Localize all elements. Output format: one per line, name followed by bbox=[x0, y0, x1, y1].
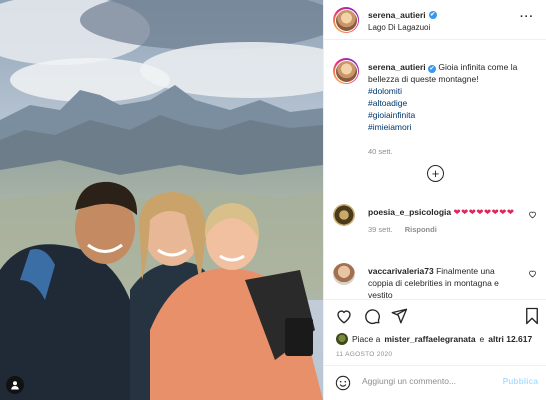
hashtag-link[interactable]: #altoadige bbox=[368, 97, 540, 109]
post-actions: Piace a mister_raffaelegranata e altri 1… bbox=[324, 299, 546, 365]
add-comment-bar: Pubblica bbox=[324, 365, 546, 400]
caption-username[interactable]: serena_autieri bbox=[368, 62, 426, 72]
more-icon[interactable]: ··· bbox=[520, 12, 534, 23]
bookmark-icon[interactable] bbox=[524, 307, 540, 325]
comments-list[interactable]: serena_autieri ✔ Gioia infinita come la … bbox=[324, 41, 546, 299]
author-avatar[interactable] bbox=[333, 7, 359, 33]
post-date[interactable]: 11 AGOSTO 2020 bbox=[336, 351, 392, 358]
verified-icon: ✔ bbox=[428, 65, 437, 73]
hashtag-link[interactable]: #imieiamori bbox=[368, 121, 540, 133]
comment-timestamp[interactable]: 39 sett. bbox=[368, 225, 393, 234]
post-location[interactable]: Lago Di Lagazuoi bbox=[368, 23, 430, 32]
caption-avatar[interactable] bbox=[333, 58, 359, 84]
comment-avatar[interactable] bbox=[333, 263, 355, 285]
likes-summary: Piace a mister_raffaelegranata e altri 1… bbox=[336, 333, 532, 345]
emoji-icon[interactable] bbox=[335, 375, 351, 391]
comment-text: ❤❤❤❤❤❤❤❤ bbox=[453, 207, 515, 217]
user-tag-icon[interactable] bbox=[6, 376, 24, 394]
photo-image bbox=[0, 0, 323, 400]
comment-avatar[interactable] bbox=[333, 204, 355, 226]
plus-circle-icon[interactable]: + bbox=[427, 165, 444, 182]
send-icon[interactable] bbox=[390, 307, 408, 325]
heart-icon[interactable] bbox=[335, 307, 353, 325]
author-username[interactable]: serena_autieri ✔ bbox=[368, 10, 437, 20]
comment-username[interactable]: vaccarivaleria73 bbox=[368, 266, 434, 276]
verified-icon: ✔ bbox=[428, 11, 437, 19]
hashtag-list: #dolomiti #altoadige #gioiainfinita #imi… bbox=[368, 85, 540, 133]
comment-username[interactable]: poesia_e_psicologia bbox=[368, 207, 451, 217]
liker-avatar[interactable] bbox=[336, 333, 348, 345]
comment-like-icon[interactable] bbox=[528, 269, 537, 278]
liker-username[interactable]: mister_raffaelegranata bbox=[384, 334, 475, 344]
comment-input[interactable] bbox=[362, 376, 490, 386]
comment-like-icon[interactable] bbox=[528, 210, 537, 219]
post-photo[interactable] bbox=[0, 0, 323, 400]
caption-timestamp[interactable]: 40 sett. bbox=[368, 146, 540, 158]
reply-button[interactable]: Rispondi bbox=[405, 225, 437, 234]
hashtag-link[interactable]: #gioiainfinita bbox=[368, 109, 540, 121]
post-header: serena_autieri ✔ Lago Di Lagazuoi ··· bbox=[324, 0, 546, 40]
comment-icon[interactable] bbox=[363, 307, 381, 325]
hashtag-link[interactable]: #dolomiti bbox=[368, 85, 540, 97]
post-side-panel: serena_autieri ✔ Lago Di Lagazuoi ··· se… bbox=[323, 0, 546, 400]
publish-button[interactable]: Pubblica bbox=[503, 376, 538, 386]
likes-others-link[interactable]: altri 12.617 bbox=[488, 334, 532, 344]
